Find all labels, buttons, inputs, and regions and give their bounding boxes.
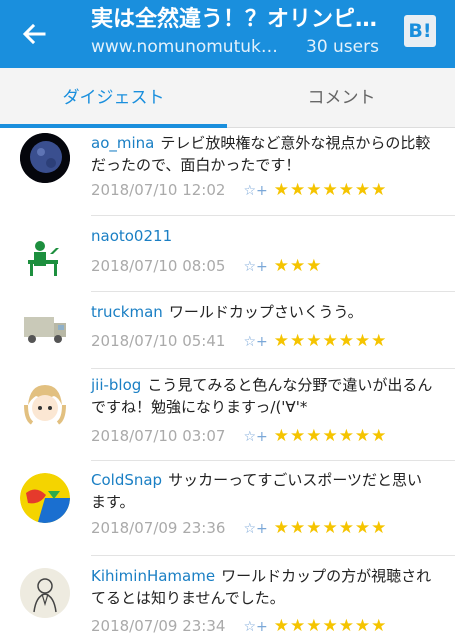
comment-meta: 2018/07/10 08:05 ☆+ ★★★ (91, 255, 322, 277)
divider (91, 215, 455, 216)
back-arrow-icon (22, 23, 46, 45)
comment-timestamp: 2018/07/09 23:34 (91, 617, 226, 635)
bookmark-button[interactable]: B! (404, 15, 436, 47)
divider (91, 555, 455, 556)
divider (91, 291, 455, 292)
anime-character-icon (20, 379, 70, 429)
avatar[interactable] (20, 305, 70, 355)
comment-username[interactable]: KihiminHamame (91, 567, 215, 585)
avatar[interactable] (20, 232, 70, 282)
add-star-icon[interactable]: ☆+ (243, 619, 267, 635)
tab-comments[interactable]: コメント (228, 68, 455, 128)
comment-text: jii-blog こう見てみると色んな分野で違いが出るんですね！勉強になりますっ/… (91, 376, 433, 416)
comment-text: naoto0211 (91, 225, 437, 247)
comment-username[interactable]: ColdSnap (91, 471, 162, 489)
comment-meta: 2018/07/09 23:34 ☆+ ★★★★★★★ (91, 615, 387, 637)
back-button[interactable] (18, 18, 50, 50)
divider (91, 460, 455, 461)
star-rating: ★★★★★★★ (273, 616, 388, 636)
truck-icon (24, 317, 66, 343)
entry-domain[interactable]: www.nomunomutuk… (91, 35, 287, 59)
comment-timestamp: 2018/07/10 03:07 (91, 427, 226, 445)
add-star-icon[interactable]: ☆+ (243, 259, 267, 275)
comment-username[interactable]: ao_mina (91, 134, 154, 152)
add-star-icon[interactable]: ☆+ (243, 429, 267, 445)
comment-meta: 2018/07/10 05:41 ☆+ ★★★★★★★ (91, 330, 387, 352)
person-at-desk-icon (28, 241, 59, 276)
comment-timestamp: 2018/07/10 08:05 (91, 257, 226, 275)
comment-text: ao_mina テレビ放映権など意外な視点からの比較だったので、面白かったです！ (91, 134, 431, 174)
star-rating: ★★★ (273, 256, 323, 276)
comment-text: ColdSnap サッカーってすごいスポーツだと思います。 (91, 471, 423, 511)
star-rating: ★★★★★★★ (273, 426, 388, 446)
comment-text: KihiminHamame ワールドカップの方が視聴されてるとは知りませんでした。 (91, 567, 432, 607)
app-bar: 実は全然違う！？オリンピ… www.nomunomutuk… 30 users … (0, 0, 455, 68)
comment-timestamp: 2018/07/10 12:02 (91, 181, 226, 199)
divider (91, 368, 455, 369)
avatar[interactable] (20, 133, 70, 183)
tab-digest[interactable]: ダイジェスト (0, 68, 227, 128)
comment-meta: 2018/07/10 03:07 ☆+ ★★★★★★★ (91, 425, 387, 447)
avatar[interactable] (20, 568, 70, 618)
avatar[interactable] (20, 379, 70, 429)
active-tab-indicator (0, 124, 227, 128)
add-star-icon[interactable]: ☆+ (243, 334, 267, 350)
sketch-portrait-icon (20, 568, 70, 618)
user-count[interactable]: 30 users (306, 35, 379, 59)
page-title: 実は全然違う！？オリンピ… (91, 7, 378, 32)
tab-bar: ダイジェスト コメント (0, 68, 455, 128)
avatar[interactable] (20, 473, 70, 523)
moon-icon (20, 133, 70, 183)
star-rating: ★★★★★★★ (273, 331, 388, 351)
comment-meta: 2018/07/09 23:36 ☆+ ★★★★★★★ (91, 517, 387, 539)
add-star-icon[interactable]: ☆+ (243, 183, 267, 199)
comment-timestamp: 2018/07/10 05:41 (91, 332, 226, 350)
comment-username[interactable]: truckman (91, 303, 163, 321)
comment-meta: 2018/07/10 12:02 ☆+ ★★★★★★★ (91, 179, 387, 201)
comment-username[interactable]: naoto0211 (91, 227, 172, 245)
star-rating: ★★★★★★★ (273, 180, 388, 200)
add-star-icon[interactable]: ☆+ (243, 521, 267, 537)
comment-timestamp: 2018/07/09 23:36 (91, 519, 226, 537)
colorful-logo-icon (20, 473, 70, 523)
comment-text: truckman ワールドカップさいくうう。 (91, 303, 363, 321)
comment-username[interactable]: jii-blog (91, 376, 141, 394)
star-rating: ★★★★★★★ (273, 518, 388, 538)
